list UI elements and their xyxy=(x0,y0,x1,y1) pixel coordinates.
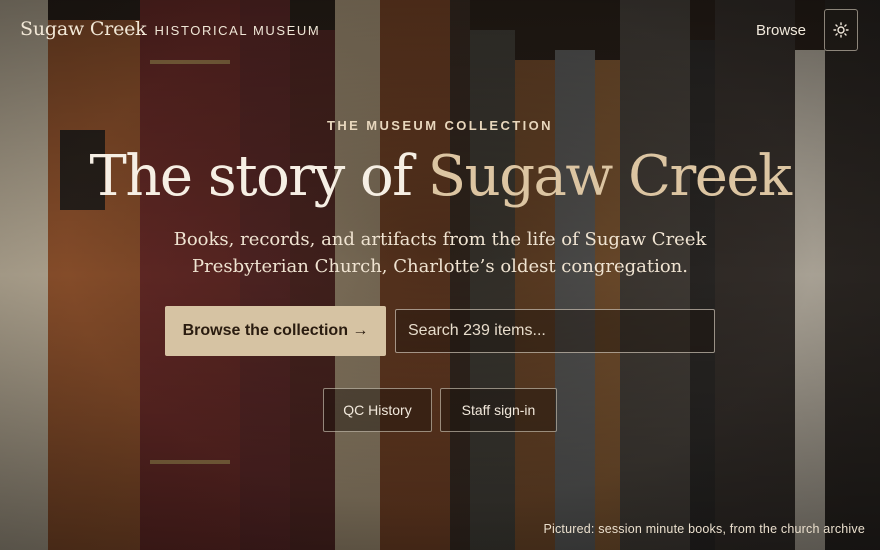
title-accent: Sugaw Creek xyxy=(427,144,792,209)
search-input[interactable] xyxy=(395,309,715,353)
photo-caption: Pictured: session minute books, from the… xyxy=(543,522,865,536)
hero-page: Sugaw Creek HISTORICAL MUSEUM Browse THE… xyxy=(0,0,880,550)
staff-signin-button[interactable]: Staff sign-in xyxy=(440,388,557,432)
qc-history-button[interactable]: QC History xyxy=(323,388,432,432)
hero-lede: Books, records, and artifacts from the l… xyxy=(173,229,707,277)
site-logo[interactable]: Sugaw Creek HISTORICAL MUSEUM xyxy=(20,18,320,40)
nav-browse-link[interactable]: Browse xyxy=(756,22,806,39)
brand-name: Sugaw Creek xyxy=(20,18,147,40)
title-lead: The story of xyxy=(89,144,412,209)
page-title: The story of Sugaw Creek xyxy=(0,144,880,209)
hero-eyebrow: THE MUSEUM COLLECTION xyxy=(327,118,553,133)
theme-toggle-button[interactable] xyxy=(824,9,858,51)
sun-icon xyxy=(833,22,849,38)
brand-subtitle: HISTORICAL MUSEUM xyxy=(154,23,321,38)
browse-collection-button[interactable]: Browse the collection → xyxy=(165,306,386,356)
